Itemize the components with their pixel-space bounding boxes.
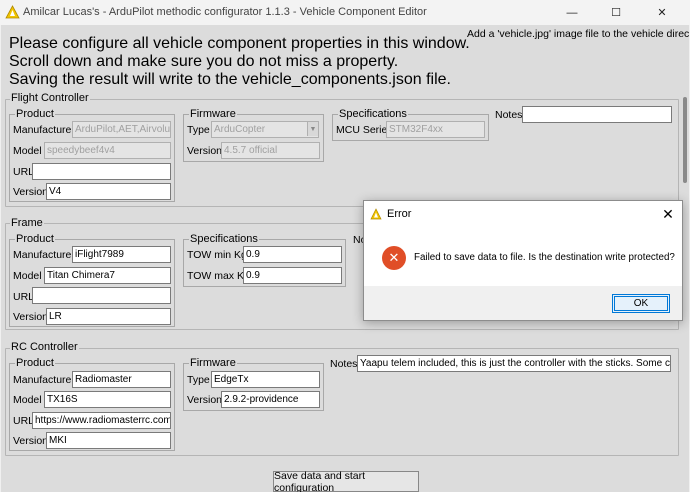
dialog-title: Error [387,208,412,220]
fc-firmware-type-select[interactable]: ArduCopter [211,121,319,138]
frame-url-label: URL [13,291,35,303]
maximize-button[interactable]: ☐ [594,0,638,25]
app-icon [5,5,20,19]
window-title: Amilcar Lucas's - ArduPilot methodic con… [23,6,427,18]
rc-manufacturer-field[interactable]: Radiomaster [72,371,171,388]
flight-controller-title: Flight Controller [10,92,90,104]
frame-manufacturer-label: Manufacturer [13,249,75,261]
rc-notes-label: Notes [330,358,358,370]
chevron-down-icon[interactable]: ▼ [307,122,318,136]
rc-version-field[interactable]: MKI [46,432,171,449]
dialog-footer: OK [364,286,682,320]
fc-model-label: Model [13,145,42,157]
fc-firmware-version-field[interactable]: 4.5.7 official [221,142,320,159]
intro-line-3: Saving the result will write to the vehi… [9,71,451,88]
rc-firmware-type-field[interactable]: EdgeTx [211,371,320,388]
frame-model-label: Model [13,270,42,282]
window-titlebar: Amilcar Lucas's - ArduPilot methodic con… [0,0,690,25]
frame-url-field[interactable] [32,287,171,304]
fc-product-title: Product [15,108,55,120]
tow-max-label: TOW max Kg [187,270,250,282]
fc-notes-label: Notes [495,109,523,121]
fc-version-field[interactable]: V4 [46,183,171,200]
fc-url-label: URL [13,166,35,178]
rc-firmware-type-label: Type [187,374,210,386]
vehicle-image-hint: Add a 'vehicle.jpg' image file to the ve… [467,28,689,40]
intro-line-2: Scroll down and make sure you do not mis… [9,53,399,70]
error-dialog: Error ✕ ✕ Failed to save data to file. I… [363,200,683,321]
rc-firmware-version-label: Version [187,394,223,406]
fc-notes-field[interactable] [522,106,672,123]
tow-min-label: TOW min Kg [187,249,247,261]
fc-manufacturer-label: Manufacturer [13,124,75,136]
frame-manufacturer-field[interactable]: iFlight7989 [72,246,171,263]
fc-url-field[interactable] [32,163,171,180]
scrollbar-thumb[interactable] [683,97,687,183]
intro-line-1: Please configure all vehicle component p… [9,35,470,52]
fc-mcu-label: MCU Series [336,124,393,136]
tow-max-field[interactable]: 0.9 [243,267,342,284]
dialog-titlebar: Error ✕ [364,201,682,228]
rc-model-field[interactable]: TX16S [44,391,171,408]
frame-version-field[interactable]: LR [46,308,171,325]
save-and-start-button[interactable]: Save data and start configuration [273,470,419,492]
rc-notes-field[interactable]: Yaapu telem included, this is just the c… [357,355,671,372]
rc-firmware-version-field[interactable]: 2.9.2-providence [221,391,320,408]
fc-specifications-title: Specifications [338,108,408,120]
fc-model-field[interactable]: speedybeef4v4 [44,142,171,159]
fc-mcu-field[interactable]: STM32F4xx [386,121,485,138]
rc-manufacturer-label: Manufacturer [13,374,75,386]
dialog-close-button[interactable]: ✕ [658,205,678,223]
rc-url-label: URL [13,415,35,427]
rc-firmware-title: Firmware [189,357,237,369]
rc-version-label: Version [13,435,49,447]
intro-text: Please configure all vehicle component p… [9,35,470,89]
ok-button[interactable]: OK [612,294,670,313]
frame-title: Frame [10,217,44,229]
fc-manufacturer-field[interactable]: ArduPilot,AET,Airvolut [72,121,171,138]
dialog-body: ✕ Failed to save data to file. Is the de… [364,228,682,286]
fc-firmware-type-label: Type [187,124,210,136]
fc-firmware-version-label: Version [187,145,223,157]
tow-min-field[interactable]: 0.9 [243,246,342,263]
fc-firmware-title: Firmware [189,108,237,120]
error-icon: ✕ [382,246,406,270]
rc-model-label: Model [13,394,42,406]
dialog-message: Failed to save data to file. Is the dest… [414,252,675,263]
close-window-button[interactable]: ✕ [640,0,684,25]
frame-model-field[interactable]: Titan Chimera7 [44,267,171,284]
frame-product-title: Product [15,233,55,245]
frame-specifications-title: Specifications [189,233,259,245]
rc-url-field[interactable]: https://www.radiomasterrc.com [32,412,171,429]
app-icon [370,208,382,220]
rc-product-title: Product [15,357,55,369]
rc-controller-title: RC Controller [10,341,79,353]
minimize-button[interactable]: — [550,0,594,25]
fc-version-label: Version [13,186,49,198]
frame-version-label: Version [13,311,49,323]
